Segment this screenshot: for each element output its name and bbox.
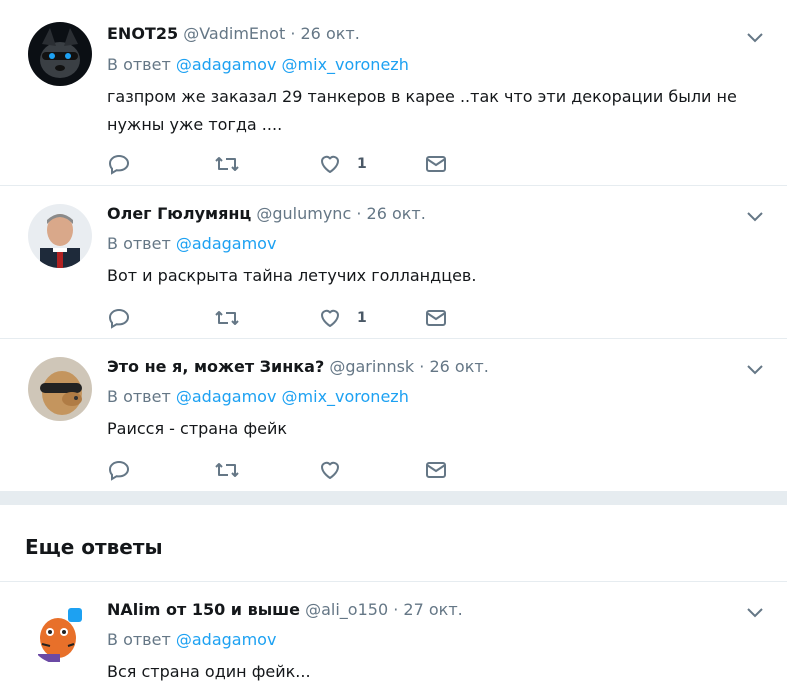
chevron-down-icon[interactable] <box>745 605 765 619</box>
tweet-date[interactable]: 27 окт. <box>403 600 462 619</box>
tweet[interactable]: Олег Гюлумянц @gulumync · 26 окт. В отве… <box>0 186 787 339</box>
avatar[interactable] <box>28 204 92 268</box>
mention-link[interactable]: @mix_voronezh <box>282 55 409 74</box>
retweet-icon <box>215 311 239 325</box>
reply-button[interactable] <box>107 458 131 482</box>
like-count: 1 <box>357 156 367 172</box>
user-handle[interactable]: @garinnsk <box>329 357 414 376</box>
mention-link[interactable]: @adagamov <box>176 55 277 74</box>
reply-to-label: В ответ <box>107 234 171 253</box>
reply-to-label: В ответ <box>107 55 171 74</box>
section-title: Еще ответы <box>25 535 163 559</box>
tweet-text-line: Вот и раскрыта тайна летучих голландцев. <box>107 266 477 285</box>
chevron-down-icon[interactable] <box>745 30 765 44</box>
like-count: 1 <box>357 310 367 326</box>
envelope-icon <box>426 462 446 478</box>
retweet-button[interactable] <box>214 306 240 330</box>
user-handle[interactable]: @ali_o150 <box>305 600 388 619</box>
heart-icon <box>321 155 339 173</box>
user-handle[interactable]: @VadimEnot <box>183 24 285 43</box>
like-button[interactable]: 1 <box>318 306 367 330</box>
display-name[interactable]: NAlim от 150 и выше <box>107 600 300 619</box>
retweet-icon <box>215 157 239 171</box>
retweet-icon <box>215 463 239 477</box>
tweet-date[interactable]: 26 окт. <box>367 204 426 223</box>
tweet-text-line: Вся страна один фейк... <box>107 662 311 681</box>
like-button[interactable] <box>318 458 357 482</box>
direct-message-button[interactable] <box>425 458 447 482</box>
mention-link[interactable]: @adagamov <box>176 630 277 649</box>
direct-message-button[interactable] <box>425 152 447 176</box>
heart-icon <box>321 461 339 479</box>
reply-button[interactable] <box>107 152 131 176</box>
chevron-down-icon[interactable] <box>745 209 765 223</box>
reply-icon <box>108 154 130 175</box>
display-name[interactable]: Это не я, может Зинка? <box>107 357 324 376</box>
separator-dot: · <box>419 357 425 376</box>
tweet[interactable]: Это не я, может Зинка? @garinnsk · 26 ок… <box>0 339 787 491</box>
more-replies-header: Еще ответы <box>0 505 787 582</box>
avatar[interactable] <box>28 22 92 86</box>
heart-icon <box>321 309 339 327</box>
mention-link[interactable]: @adagamov <box>176 387 277 406</box>
like-button[interactable]: 1 <box>318 152 367 176</box>
retweet-button[interactable] <box>214 152 240 176</box>
avatar[interactable] <box>28 600 92 664</box>
retweet-button[interactable] <box>214 458 240 482</box>
section-divider <box>0 491 787 505</box>
reply-to-label: В ответ <box>107 387 171 406</box>
reply-to-label: В ответ <box>107 630 171 649</box>
user-handle[interactable]: @gulumync <box>256 204 351 223</box>
tweet-date[interactable]: 26 окт. <box>429 357 488 376</box>
tweet-text-line: газпром же заказал 29 танкеров в карее .… <box>107 87 737 106</box>
avatar[interactable] <box>28 357 92 421</box>
tweet[interactable]: ENOT25 @VadimEnot · 26 окт. В ответ @ada… <box>0 0 787 186</box>
chevron-down-icon[interactable] <box>745 362 765 376</box>
envelope-icon <box>426 156 446 172</box>
tweet-date[interactable]: 26 окт. <box>301 24 360 43</box>
tweet[interactable]: NAlim от 150 и выше @ali_o150 · 27 окт. … <box>0 582 787 691</box>
tweet-text-line: нужны уже тогда .... <box>107 115 283 134</box>
reply-icon <box>108 308 130 329</box>
direct-message-button[interactable] <box>425 306 447 330</box>
reply-icon <box>108 460 130 481</box>
envelope-icon <box>426 310 446 326</box>
reply-button[interactable] <box>107 306 131 330</box>
tweet-text-line: Раисся - страна фейк <box>107 419 288 438</box>
mention-link[interactable]: @adagamov <box>176 234 277 253</box>
separator-dot: · <box>356 204 362 223</box>
display-name[interactable]: ENOT25 <box>107 24 178 43</box>
separator-dot: · <box>290 24 296 43</box>
mention-link[interactable]: @mix_voronezh <box>282 387 409 406</box>
display-name[interactable]: Олег Гюлумянц <box>107 204 251 223</box>
separator-dot: · <box>393 600 399 619</box>
